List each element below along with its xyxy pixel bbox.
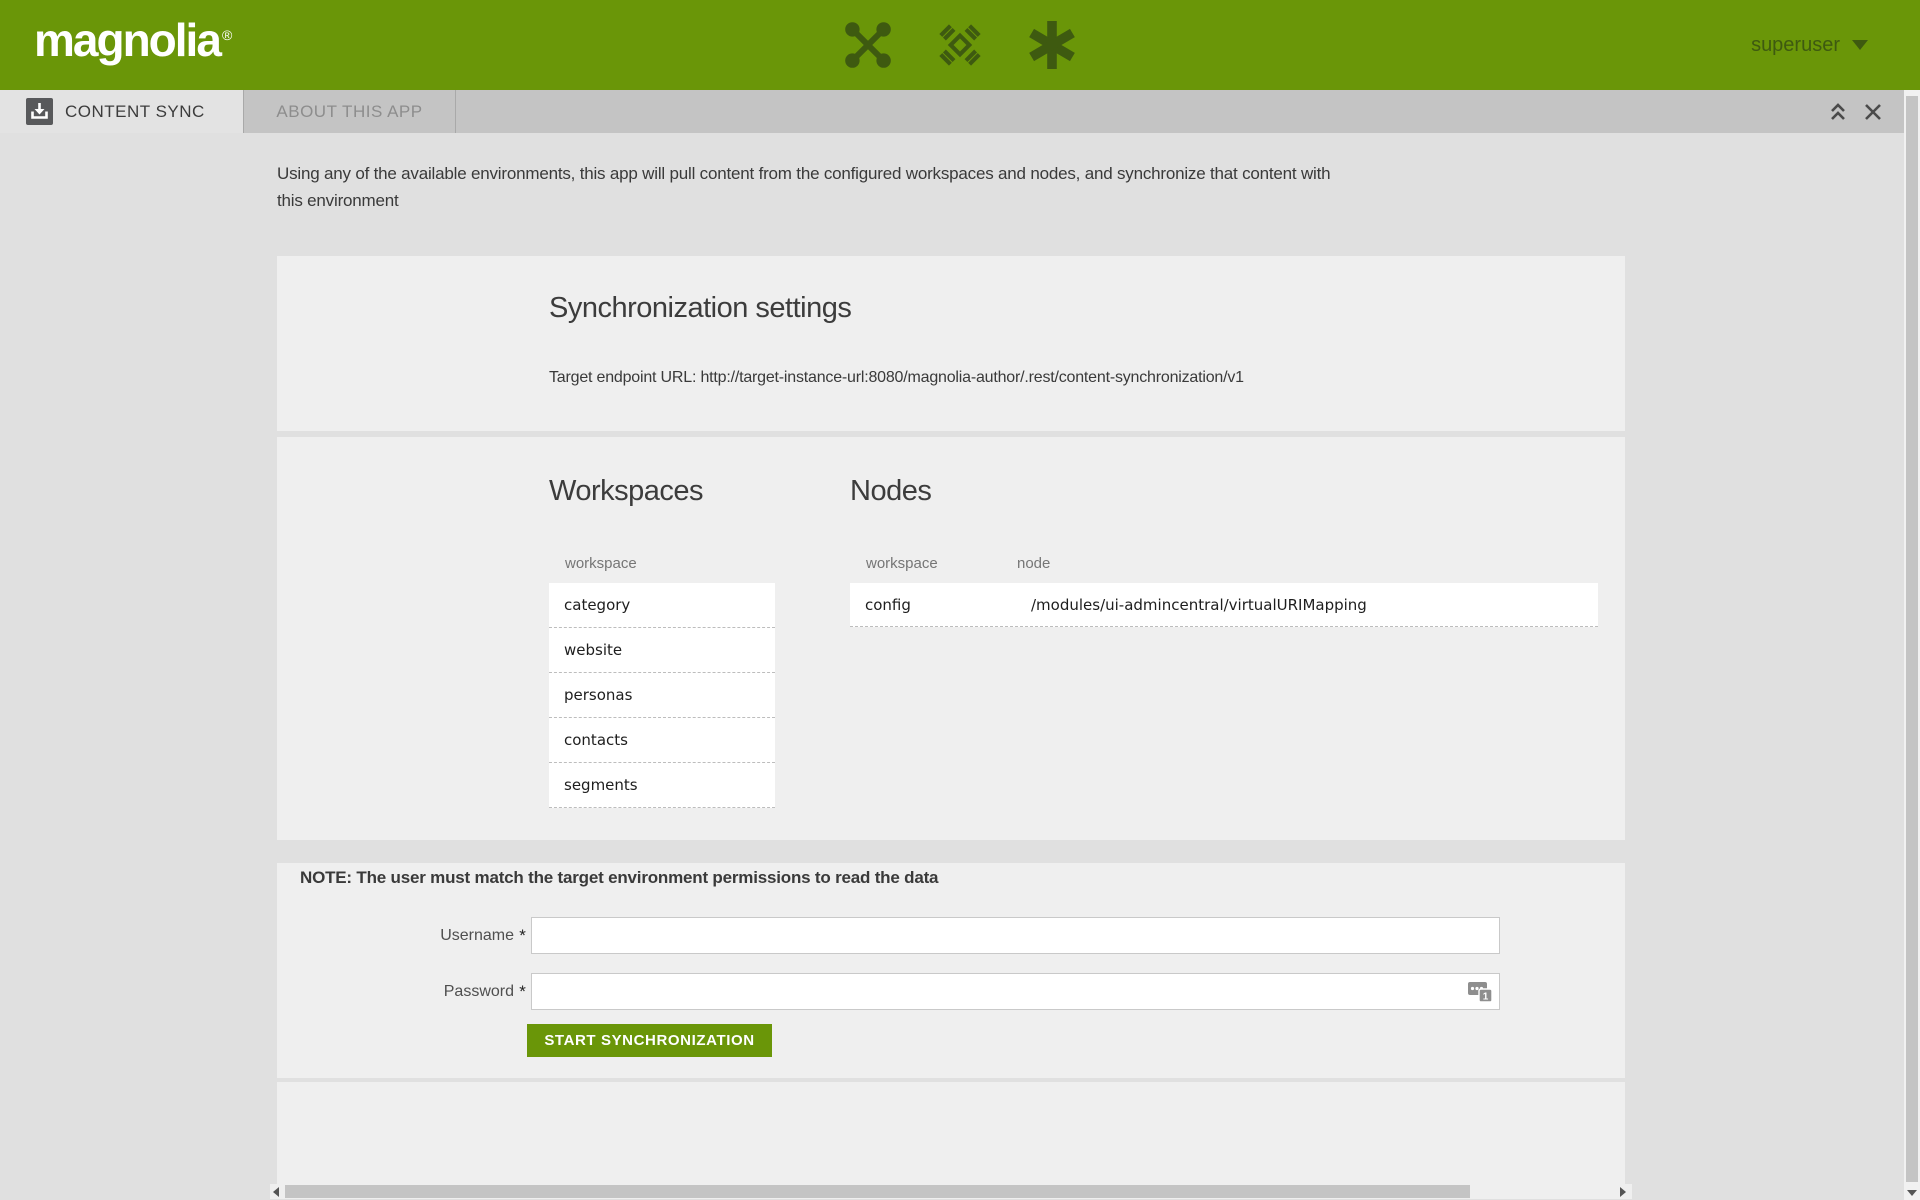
required-asterisk: * [514,926,531,946]
collapse-icon[interactable] [1828,102,1848,122]
svg-text:1: 1 [1483,992,1489,1003]
app-content: Using any of the available environments,… [277,133,1625,1200]
username-row: Username * [300,917,1500,954]
scroll-right-icon[interactable] [1620,1187,1626,1197]
vertical-scroll-thumb[interactable] [1906,96,1918,1182]
required-asterisk: * [514,982,531,1002]
nodes-column-header-node: node [1017,555,1050,572]
workspace-row[interactable]: personas [549,673,775,718]
tab-content-sync-label: CONTENT SYNC [65,102,205,122]
user-menu[interactable]: superuser [1751,0,1868,90]
workspace-row[interactable]: website [549,628,775,673]
permissions-note: NOTE: The user must match the target env… [300,868,938,888]
password-manager-icon[interactable]: 1 [1468,979,1496,1005]
nodes-column-header-workspace: workspace [866,555,938,572]
horizontal-scroll-thumb[interactable] [285,1185,1470,1198]
tabbar-controls [1828,90,1904,133]
sync-settings-title: Synchronization settings [549,292,851,325]
node-workspace-cell: config [850,596,1016,614]
close-icon[interactable] [1864,103,1882,121]
workspaces-nodes-panel: Workspaces workspace category website pe… [277,437,1625,840]
horizontal-scrollbar[interactable] [270,1184,1632,1199]
pulse-icon[interactable] [936,21,984,69]
node-path-cell: /modules/ui-admincentral/virtualURIMappi… [1016,596,1367,614]
sync-settings-panel: Synchronization settings Target endpoint… [277,256,1625,431]
shell-icon-bar [0,0,1920,90]
nodes-title: Nodes [850,475,931,508]
workspaces-table: category website personas contacts segme… [549,583,775,808]
workspace-cell: segments [549,776,638,794]
password-row: Password * 1 [300,973,1500,1010]
vertical-scrollbar[interactable] [1904,90,1920,1200]
target-endpoint-url: Target endpoint URL: http://target-insta… [549,369,1244,387]
app-header: magnolia® [0,0,1920,90]
password-field[interactable] [531,973,1500,1010]
download-icon [26,98,53,125]
tab-about-this-app[interactable]: ABOUT THIS APP [243,90,456,133]
workspace-cell: personas [549,686,632,704]
user-name: superuser [1751,34,1840,57]
username-field[interactable] [531,917,1500,954]
start-synchronization-button[interactable]: START SYNCHRONIZATION [527,1024,772,1057]
connections-icon[interactable] [844,21,892,69]
workspace-cell: contacts [549,731,628,749]
nodes-table: config /modules/ui-admincentral/virtualU… [850,583,1598,627]
workspace-row[interactable]: contacts [549,718,775,763]
password-label: Password [300,983,514,1001]
node-row[interactable]: config /modules/ui-admincentral/virtualU… [850,583,1598,627]
scroll-left-icon[interactable] [273,1187,279,1197]
workspace-cell: category [549,596,630,614]
scroll-down-icon[interactable] [1907,1190,1917,1196]
workspaces-column-header: workspace [565,555,637,572]
workspace-cell: website [549,641,622,659]
workspace-row[interactable]: category [549,583,775,628]
tab-content-sync[interactable]: CONTENT SYNC [0,90,243,133]
favorites-icon[interactable] [1028,21,1076,69]
tab-about-label: ABOUT THIS APP [276,102,422,122]
workspaces-title: Workspaces [549,475,703,508]
empty-panel [277,1082,1625,1184]
tab-bar: CONTENT SYNC ABOUT THIS APP [0,90,1904,133]
workspace-row[interactable]: segments [549,763,775,808]
username-label: Username [300,927,514,945]
credentials-panel: NOTE: The user must match the target env… [277,863,1625,1078]
chevron-down-icon [1852,40,1868,50]
app-description: Using any of the available environments,… [277,160,1347,214]
